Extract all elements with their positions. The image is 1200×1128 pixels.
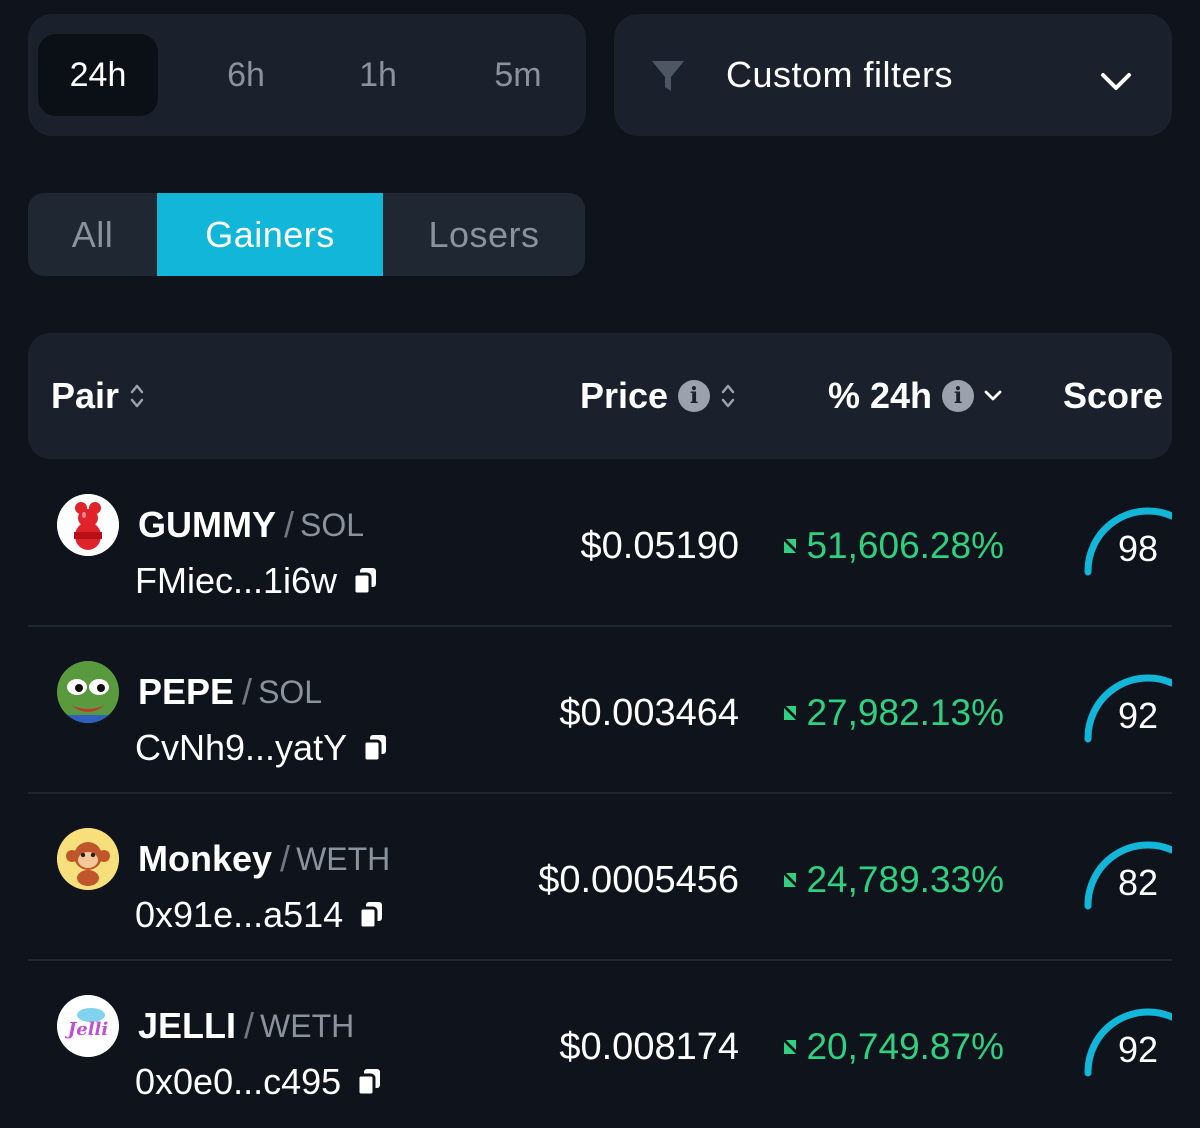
price-change: 27,982.13% xyxy=(780,683,1004,743)
pair-separator: / xyxy=(280,838,291,879)
token-address: 0x0e0...c495 xyxy=(135,1057,383,1107)
custom-filters-dropdown[interactable]: Custom filters xyxy=(614,14,1172,136)
screener-app: 24h 6h 1h 5m Custom filters All Gainers … xyxy=(0,0,1200,1128)
quote-symbol: WETH xyxy=(296,840,391,877)
column-header-pair-label: Pair xyxy=(51,375,120,416)
pair-name: PEPE / SOL xyxy=(138,667,322,717)
timeframe-6h[interactable]: 6h xyxy=(188,34,304,116)
token-address-text: CvNh9...yatY xyxy=(135,727,348,768)
price-change: 24,789.33% xyxy=(780,850,1004,910)
token-symbol: PEPE xyxy=(138,671,235,712)
tab-gainers[interactable]: Gainers xyxy=(157,193,383,276)
timeframe-5m[interactable]: 5m xyxy=(458,34,578,116)
token-address-text: 0x91e...a514 xyxy=(135,894,344,935)
token-address: CvNh9...yatY xyxy=(135,723,389,773)
sort-icon xyxy=(721,384,735,408)
price-change: 51,606.28% xyxy=(780,516,1004,576)
copy-icon[interactable] xyxy=(361,733,389,763)
column-header-pair[interactable]: Pair xyxy=(51,333,145,459)
token-address: FMiec...1i6w xyxy=(135,556,379,606)
token-avatar-jelli: Jelli xyxy=(57,995,119,1057)
column-header-change-label: % 24h xyxy=(828,375,933,416)
price-change-value: 20,749.87% xyxy=(806,1026,1004,1067)
timeframe-selector: 24h 6h 1h 5m xyxy=(28,14,586,136)
token-symbol: GUMMY xyxy=(138,504,276,545)
table-header: Pair Price i % 24h i Score xyxy=(28,333,1172,459)
tab-losers[interactable]: Losers xyxy=(383,193,585,276)
sort-icon xyxy=(130,384,144,408)
column-header-price[interactable]: Price i xyxy=(580,333,736,459)
token-avatar-monkey xyxy=(57,828,119,890)
score-value: 92 xyxy=(1118,1029,1159,1070)
token-address-text: 0x0e0...c495 xyxy=(135,1061,342,1102)
pair-separator: / xyxy=(284,504,295,545)
score-value: 92 xyxy=(1118,695,1159,736)
table-row[interactable]: PEPE / SOL CvNh9...yatY $0.003464 27,982… xyxy=(28,627,1172,794)
chevron-down-icon xyxy=(1101,73,1131,90)
svg-text:Jelli: Jelli xyxy=(65,1019,109,1040)
token-price: $0.0005456 xyxy=(538,858,739,901)
trend-up-arrow-icon xyxy=(784,706,797,720)
trend-up-arrow-icon xyxy=(784,1040,797,1054)
copy-icon[interactable] xyxy=(351,566,379,596)
price-change: 20,749.87% xyxy=(780,1017,1004,1077)
pair-name: Monkey / WETH xyxy=(138,834,390,884)
quote-symbol: SOL xyxy=(300,506,365,543)
token-avatar-gummy xyxy=(57,494,119,556)
price-change-value: 51,606.28% xyxy=(806,525,1004,566)
column-header-price-label: Price xyxy=(580,375,669,416)
price-change-value: 24,789.33% xyxy=(806,859,1004,900)
table-row[interactable]: Jelli JELLI / WETH 0x0e0...c495 $0.00817… xyxy=(28,961,1172,1128)
copy-icon[interactable] xyxy=(355,1067,383,1097)
token-symbol: Monkey xyxy=(138,838,273,879)
pair-separator: / xyxy=(242,671,253,712)
table-row[interactable]: Monkey / WETH 0x91e...a514 $0.0005456 24… xyxy=(28,794,1172,961)
column-header-score[interactable]: Score xyxy=(1063,333,1163,459)
table-row[interactable]: GUMMY / SOL FMiec...1i6w $0.05190 51,606… xyxy=(28,460,1172,627)
column-header-score-label: Score xyxy=(1063,375,1164,416)
quote-symbol: WETH xyxy=(260,1007,355,1044)
score-value: 82 xyxy=(1118,862,1159,903)
pair-separator: / xyxy=(244,1005,255,1046)
info-icon[interactable]: i xyxy=(942,380,975,412)
token-price: $0.003464 xyxy=(559,691,739,734)
score-value: 98 xyxy=(1118,528,1159,569)
trend-up-arrow-icon xyxy=(784,539,797,553)
chevron-down-icon xyxy=(984,390,1002,401)
trend-up-arrow-icon xyxy=(784,873,797,887)
column-header-change[interactable]: % 24h i xyxy=(828,333,1002,459)
token-symbol: JELLI xyxy=(138,1005,237,1046)
quote-symbol: SOL xyxy=(258,673,323,710)
tab-all[interactable]: All xyxy=(28,193,157,276)
token-price: $0.008174 xyxy=(559,1025,739,1068)
timeframe-1h[interactable]: 1h xyxy=(320,34,436,116)
token-address: 0x91e...a514 xyxy=(135,890,385,940)
gainers-losers-tabs: All Gainers Losers xyxy=(28,193,585,276)
copy-icon[interactable] xyxy=(357,900,385,930)
info-icon[interactable]: i xyxy=(678,380,711,412)
pair-name: GUMMY / SOL xyxy=(138,500,364,550)
token-avatar-pepe xyxy=(57,661,119,723)
token-price: $0.05190 xyxy=(580,524,740,567)
pair-name: JELLI / WETH xyxy=(138,1001,354,1051)
timeframe-24h[interactable]: 24h xyxy=(38,34,158,116)
funnel-icon xyxy=(652,61,684,91)
price-change-value: 27,982.13% xyxy=(806,692,1004,733)
custom-filters-label: Custom filters xyxy=(726,54,954,95)
token-address-text: FMiec...1i6w xyxy=(135,560,338,601)
